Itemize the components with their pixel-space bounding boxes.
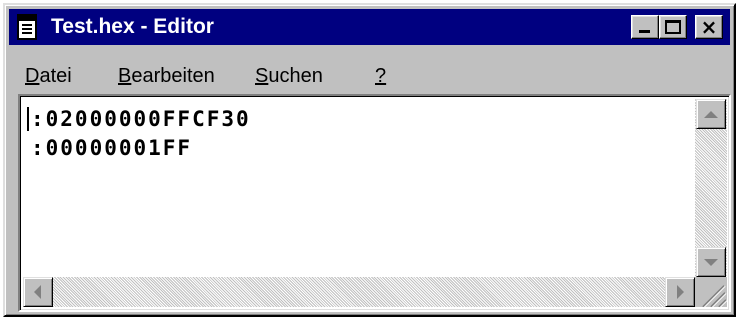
close-button[interactable]: ×: [695, 15, 723, 39]
menu-bar: Datei Bearbeiten Suchen ?: [9, 49, 730, 91]
text-caret: [27, 107, 29, 131]
arrow-down-icon: [704, 259, 718, 266]
menu-suchen[interactable]: Suchen: [255, 64, 323, 88]
window-title: Test.hex - Editor: [51, 15, 214, 38]
title-bar[interactable]: Test.hex - Editor ×: [9, 9, 730, 45]
menu-datei[interactable]: Datei: [25, 64, 72, 88]
text-line: :02000000FFCF30: [31, 107, 251, 131]
menu-help[interactable]: ?: [375, 64, 386, 88]
minimize-icon: [639, 30, 650, 33]
scroll-down-button[interactable]: [696, 247, 726, 277]
vertical-scrollbar[interactable]: [695, 99, 727, 277]
arrow-right-icon: [677, 285, 684, 299]
text-editor[interactable]: :02000000FFCF30 :00000001FF: [23, 99, 695, 277]
minimize-button[interactable]: [631, 15, 659, 39]
editor-client-area: :02000000FFCF30 :00000001FF: [18, 94, 731, 312]
close-icon: ×: [700, 15, 718, 39]
horizontal-scrollbar[interactable]: [23, 277, 695, 307]
scroll-up-button[interactable]: [696, 99, 726, 129]
scroll-right-button[interactable]: [665, 277, 695, 307]
size-grip-icon[interactable]: [695, 277, 727, 307]
menu-bearbeiten[interactable]: Bearbeiten: [118, 64, 215, 88]
text-line: :00000001FF: [31, 136, 193, 160]
maximize-icon: [665, 20, 681, 34]
editor-window: Test.hex - Editor × Datei Bearbeiten Suc…: [3, 3, 736, 317]
notepad-icon[interactable]: [17, 14, 37, 40]
scroll-left-button[interactable]: [23, 277, 53, 307]
arrow-up-icon: [704, 111, 718, 118]
maximize-button[interactable]: [659, 15, 687, 39]
arrow-left-icon: [34, 285, 41, 299]
